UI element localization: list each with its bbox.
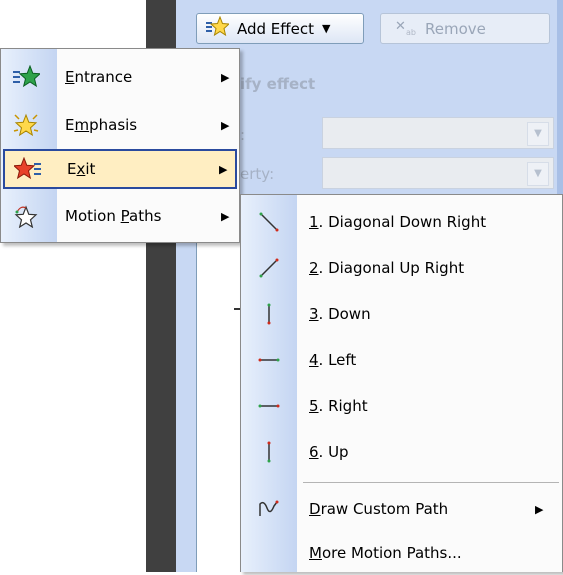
diagonal-up-right-icon: [241, 257, 297, 279]
chevron-down-icon: ▼: [527, 122, 549, 146]
motion-paths-submenu: 1. Diagonal Down Right 2. Diagonal Up Ri…: [240, 194, 563, 572]
remove-button[interactable]: ✕ ab Remove: [380, 13, 550, 44]
modify-effect-heading: ify effect: [240, 75, 316, 93]
submenu-item-down[interactable]: 3. Down: [241, 292, 561, 336]
menu-item-entrance[interactable]: Entrance ▶: [3, 57, 237, 97]
svg-text:ab: ab: [406, 28, 416, 37]
submenu-item-label: Draw Custom Path: [309, 500, 449, 518]
submenu-item-label: 5. Right: [309, 397, 368, 415]
diagonal-down-right-icon: [241, 211, 297, 233]
down-path-icon: [241, 303, 297, 325]
submenu-item-label: 3. Down: [309, 305, 371, 323]
up-path-icon: [241, 441, 297, 463]
menu-item-emphasis[interactable]: Emphasis ▶: [3, 105, 237, 145]
remove-label: Remove: [425, 19, 486, 38]
submenu-item-more-motion-paths[interactable]: More Motion Paths...: [241, 531, 561, 575]
add-effect-button[interactable]: Add Effect ▼: [196, 13, 364, 44]
menu-item-label: Motion Paths: [65, 207, 162, 225]
menu-item-motion-paths[interactable]: Motion Paths ▶: [3, 196, 237, 236]
add-effect-menu: Entrance ▶ Emphasis ▶ Exit ▶ Motion Path…: [0, 48, 240, 243]
custom-path-icon: [241, 498, 297, 520]
submenu-item-diagonal-up-right[interactable]: 2. Diagonal Up Right: [241, 246, 561, 290]
left-path-icon: [241, 349, 297, 371]
menu-item-label: Emphasis: [65, 116, 138, 134]
submenu-arrow-icon: ▶: [219, 162, 228, 176]
submenu-item-up[interactable]: 6. Up: [241, 430, 561, 474]
svg-text:✕: ✕: [395, 19, 406, 34]
emphasis-star-icon: [3, 113, 49, 137]
submenu-item-draw-custom-path[interactable]: Draw Custom Path ▶: [241, 487, 561, 531]
start-select[interactable]: ▼: [322, 117, 554, 149]
menu-item-label: Exit: [67, 160, 96, 178]
submenu-item-label: More Motion Paths...: [309, 544, 462, 562]
right-path-icon: [241, 395, 297, 417]
motion-path-star-icon: [3, 204, 49, 228]
submenu-item-label: 4. Left: [309, 351, 357, 369]
submenu-arrow-icon: ▶: [221, 118, 230, 132]
add-effect-icon: [205, 15, 231, 42]
submenu-item-left[interactable]: 4. Left: [241, 338, 561, 382]
exit-star-icon: [5, 157, 51, 181]
chevron-down-icon: ▼: [527, 162, 549, 186]
menu-item-exit[interactable]: Exit ▶: [3, 149, 237, 189]
submenu-item-label: 1. Diagonal Down Right: [309, 213, 487, 231]
dropdown-arrow-icon: ▼: [321, 22, 331, 35]
menu-item-label: Entrance: [65, 68, 133, 86]
menu-separator: [303, 482, 559, 483]
add-effect-label: Add Effect: [237, 19, 314, 38]
submenu-arrow-icon: ▶: [221, 70, 230, 84]
property-select[interactable]: ▼: [322, 157, 554, 189]
submenu-arrow-icon: ▶: [221, 209, 230, 223]
remove-icon: ✕ ab: [395, 17, 417, 41]
submenu-item-right[interactable]: 5. Right: [241, 384, 561, 428]
entrance-star-icon: [3, 65, 49, 89]
submenu-item-label: 2. Diagonal Up Right: [309, 259, 465, 277]
property-label: erty:: [240, 165, 275, 183]
start-label: :: [240, 126, 246, 144]
submenu-arrow-icon: ▶: [535, 502, 544, 516]
submenu-item-label: 6. Up: [309, 443, 349, 461]
submenu-item-diagonal-down-right[interactable]: 1. Diagonal Down Right: [241, 200, 561, 244]
